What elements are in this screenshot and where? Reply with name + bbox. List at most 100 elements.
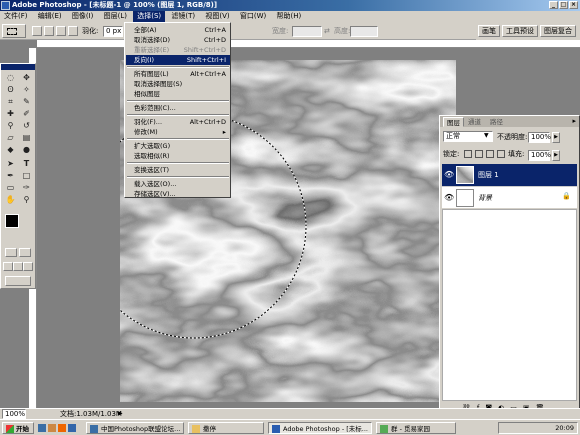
screen-mode-full-menu-icon[interactable] bbox=[13, 262, 23, 271]
shape-tool-icon[interactable]: □ bbox=[19, 170, 34, 181]
menu-item-similar[interactable]: 选取相似(R) bbox=[126, 151, 230, 161]
fill-input[interactable]: 100% bbox=[528, 150, 551, 161]
menu-item-all[interactable]: 全部(A) Ctrl+A bbox=[126, 25, 230, 35]
healing-brush-icon[interactable]: ✚ bbox=[3, 108, 18, 119]
subtract-selection-icon[interactable] bbox=[56, 26, 66, 36]
menu-edit[interactable]: 编辑(E) bbox=[34, 11, 66, 22]
tab-layers[interactable]: 图层 bbox=[443, 117, 464, 127]
brush-tool-icon[interactable]: ✐ bbox=[19, 108, 34, 119]
menu-item-transform-selection[interactable]: 变换选区(T) bbox=[126, 165, 230, 175]
menu-item-color-range[interactable]: 色彩范围(C)... bbox=[126, 103, 230, 113]
visibility-eye-icon[interactable]: 👁 bbox=[444, 170, 454, 179]
intersect-selection-icon[interactable] bbox=[68, 26, 78, 36]
menu-item-grow[interactable]: 扩大选取(G) bbox=[126, 141, 230, 151]
menu-layer[interactable]: 图层(L) bbox=[100, 11, 131, 22]
slice-tool-icon[interactable]: ✎ bbox=[19, 96, 34, 107]
zoom-field[interactable]: 100% bbox=[2, 409, 26, 419]
desktop-icon[interactable] bbox=[48, 424, 56, 432]
opacity-input[interactable]: 100% bbox=[528, 132, 551, 143]
crop-tool-icon[interactable]: ⌗ bbox=[3, 96, 18, 107]
type-tool-icon[interactable]: T bbox=[19, 158, 34, 169]
layer-row-background[interactable]: 👁 背景 🔒 bbox=[442, 186, 577, 208]
move-tool-icon[interactable]: ✥ bbox=[19, 72, 34, 83]
opacity-slider-icon[interactable]: ▶ bbox=[552, 132, 560, 143]
maximize-icon[interactable]: □ bbox=[559, 1, 568, 9]
tab-channels[interactable]: 通道 bbox=[465, 117, 484, 127]
panel-menu-icon[interactable]: ▸ bbox=[572, 117, 576, 125]
marquee-tool-icon[interactable]: ◌ bbox=[3, 72, 18, 83]
menu-window[interactable]: 窗口(W) bbox=[236, 11, 270, 22]
marquee-preset-button[interactable] bbox=[2, 24, 26, 38]
task-photoshop[interactable]: Adobe Photoshop - [未标... bbox=[268, 422, 372, 434]
clone-stamp-icon[interactable]: ⚲ bbox=[3, 120, 18, 131]
fill-label: 填充: bbox=[508, 150, 525, 158]
menu-item-all-layers[interactable]: 所有图层(L) Alt+Ctrl+A bbox=[126, 69, 230, 79]
screen-mode-standard-icon[interactable] bbox=[3, 262, 13, 271]
lock-all-icon[interactable] bbox=[497, 150, 505, 158]
screen-mode-full-icon[interactable] bbox=[23, 262, 33, 271]
eraser-tool-icon[interactable]: ▱ bbox=[3, 132, 18, 143]
height-input[interactable] bbox=[350, 26, 378, 37]
feather-label: 羽化: bbox=[82, 27, 99, 35]
history-brush-icon[interactable]: ↺ bbox=[19, 120, 34, 131]
fill-slider-icon[interactable]: ▶ bbox=[552, 150, 560, 161]
menu-view[interactable]: 视图(V) bbox=[201, 11, 233, 22]
layers-panel: 图层 通道 路径 ▸ 正常 ▼ 不透明度: 100% ▶ 锁定: 填充: 100… bbox=[439, 115, 580, 418]
pen-tool-icon[interactable]: ✒ bbox=[3, 170, 18, 181]
tab-paths[interactable]: 路径 bbox=[487, 117, 506, 127]
quick-mask-icon[interactable] bbox=[19, 248, 31, 257]
lock-pixels-icon[interactable] bbox=[475, 150, 483, 158]
new-selection-icon[interactable] bbox=[32, 26, 42, 36]
lasso-tool-icon[interactable]: ʘ bbox=[3, 84, 18, 95]
minimize-icon[interactable]: _ bbox=[549, 1, 558, 9]
start-button[interactable]: 开始 bbox=[2, 422, 34, 434]
eyedropper-tool-icon[interactable]: ✑ bbox=[19, 182, 34, 193]
menu-item-save-selection[interactable]: 存储选区(V)... bbox=[126, 189, 230, 199]
lock-transparency-icon[interactable] bbox=[464, 150, 472, 158]
foreground-color-swatch[interactable] bbox=[5, 214, 19, 228]
magic-wand-tool-icon[interactable]: ✧ bbox=[19, 84, 34, 95]
dodge-tool-icon[interactable]: ● bbox=[19, 144, 34, 155]
menu-item-load-selection[interactable]: 载入选区(O)... bbox=[126, 179, 230, 189]
layer-thumbnail bbox=[456, 166, 474, 184]
blur-tool-icon[interactable]: ◆ bbox=[3, 144, 18, 155]
palette-tab-brushes[interactable]: 画笔 bbox=[478, 25, 500, 37]
menu-item-feather[interactable]: 羽化(F)... Alt+Ctrl+D bbox=[126, 117, 230, 127]
path-select-icon[interactable]: ➤ bbox=[3, 158, 18, 169]
close-icon[interactable]: × bbox=[569, 1, 578, 9]
menu-item-inverse[interactable]: 反向(I) Shift+Ctrl+I bbox=[126, 55, 230, 65]
standard-mode-icon[interactable] bbox=[5, 248, 17, 257]
layer-row-layer-1[interactable]: 👁 图层 1 bbox=[442, 164, 577, 186]
media-icon[interactable] bbox=[58, 424, 66, 432]
task-folder[interactable]: 撒停 bbox=[188, 422, 264, 434]
menu-image[interactable]: 图像(I) bbox=[68, 11, 98, 22]
jump-to-imageready-icon[interactable] bbox=[5, 276, 31, 286]
swap-icon[interactable]: ⇄ bbox=[324, 26, 330, 37]
menu-item-modify[interactable]: 修改(M) ▸ bbox=[126, 127, 230, 137]
lock-label: 锁定: bbox=[443, 150, 460, 158]
hand-tool-icon[interactable]: ✋ bbox=[3, 194, 18, 205]
menu-file[interactable]: 文件(F) bbox=[0, 11, 32, 22]
menu-item-deselect[interactable]: 取消选择(D) Ctrl+D bbox=[126, 35, 230, 45]
menu-filter[interactable]: 滤镜(T) bbox=[167, 11, 199, 22]
app-icon[interactable] bbox=[68, 424, 76, 432]
gradient-tool-icon[interactable]: ▤ bbox=[19, 132, 34, 143]
ie-icon[interactable] bbox=[38, 424, 46, 432]
status-arrow-icon[interactable]: ▶ bbox=[118, 409, 123, 419]
feather-input[interactable]: 0 px bbox=[103, 26, 123, 37]
blend-mode-chevron-down-icon[interactable]: ▼ bbox=[484, 132, 489, 139]
palette-tab-layer-comps[interactable]: 图层复合 bbox=[540, 25, 576, 37]
task-forum[interactable]: 中国Photoshop联盟论坛... bbox=[86, 422, 184, 434]
palette-tab-tool-presets[interactable]: 工具预设 bbox=[502, 25, 538, 37]
width-input[interactable] bbox=[292, 26, 322, 37]
menu-help[interactable]: 帮助(H) bbox=[272, 11, 305, 22]
task-chat-group[interactable]: 群 - 觅易家园 bbox=[376, 422, 456, 434]
add-selection-icon[interactable] bbox=[44, 26, 54, 36]
visibility-eye-icon[interactable]: 👁 bbox=[444, 193, 454, 202]
menu-select[interactable]: 选择(S) bbox=[133, 11, 166, 22]
menu-item-similar-layers[interactable]: 相似图层 bbox=[126, 89, 230, 99]
notes-tool-icon[interactable]: ▭ bbox=[3, 182, 18, 193]
zoom-tool-icon[interactable]: ⚲ bbox=[19, 194, 34, 205]
lock-position-icon[interactable] bbox=[486, 150, 494, 158]
menu-item-deselect-layers[interactable]: 取消选择图层(S) bbox=[126, 79, 230, 89]
